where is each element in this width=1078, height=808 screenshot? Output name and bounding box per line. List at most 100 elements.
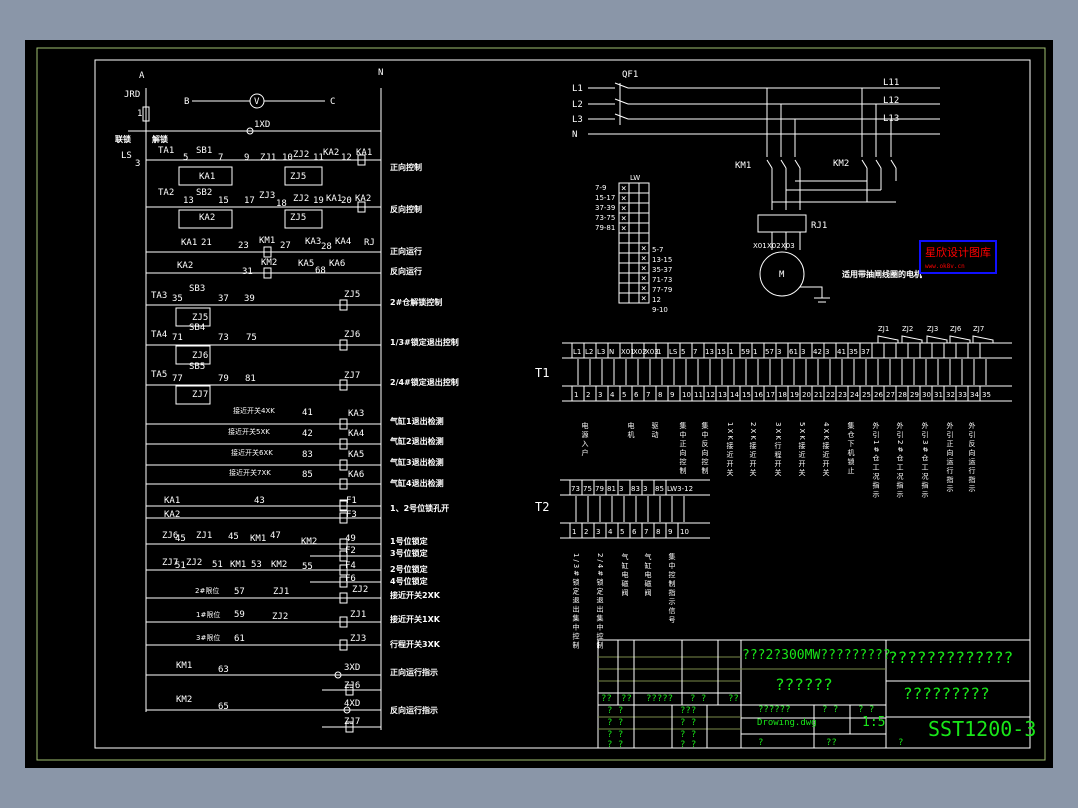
terminal-description: 电源入户 bbox=[581, 421, 589, 458]
scale-value: 1:5 bbox=[862, 715, 885, 730]
grid-cell: ? ? bbox=[607, 730, 623, 740]
terminal-description: 3XK行程开关 bbox=[774, 422, 782, 478]
rung-text: 7 bbox=[218, 153, 223, 163]
rung-text: KA2 bbox=[355, 194, 371, 204]
rung-text: 65 bbox=[218, 702, 229, 712]
terminal-top-label: 13 bbox=[705, 348, 714, 356]
rung-text: KA4 bbox=[335, 237, 351, 247]
row-label: 35-37 bbox=[652, 266, 672, 274]
grid-label: ?? bbox=[621, 694, 632, 704]
terminal-number: 26 bbox=[874, 391, 883, 399]
drawing-title: ?????? bbox=[775, 675, 833, 694]
terminal-number: 10 bbox=[680, 528, 689, 536]
terminal-top-label: 5 bbox=[681, 348, 685, 356]
rung-function-label: 正向运行 bbox=[390, 246, 422, 256]
rung-text: 3#限位 bbox=[196, 633, 220, 642]
terminal-top-label: 37 bbox=[861, 348, 870, 356]
rung-text: KA6 bbox=[348, 470, 364, 480]
rung-text: 45 bbox=[228, 532, 239, 542]
rung-function-label: 2号位锁定 bbox=[390, 564, 428, 574]
terminal-number: 6 bbox=[634, 391, 639, 399]
rung-text: 1#限位 bbox=[196, 610, 220, 619]
terminal-number: 2 bbox=[586, 391, 590, 399]
row-label: 12 bbox=[652, 296, 661, 304]
rung-text: ZJ7 bbox=[344, 371, 360, 381]
rung-function-label: 气缸1退出检测 bbox=[389, 416, 444, 426]
rung-text: 85 bbox=[302, 470, 313, 480]
mark-x: × bbox=[621, 194, 626, 204]
terminal-number: 24 bbox=[850, 391, 859, 399]
voltmeter-symbol: V bbox=[254, 97, 260, 107]
terminal-description: 2XK接近开关 bbox=[749, 422, 757, 478]
terminal-top-label: 3 bbox=[801, 348, 805, 356]
relay-contact-label: ZJ3 bbox=[927, 325, 938, 333]
terminal-number: 17 bbox=[766, 391, 775, 399]
rung-text: 19 bbox=[313, 196, 324, 206]
rung-function-label: 反向运行指示 bbox=[390, 705, 438, 715]
rung-text: KA1 bbox=[326, 194, 342, 204]
rung-function-label: 气缸2退出检测 bbox=[389, 436, 444, 446]
grid-cell: ??? bbox=[680, 706, 696, 716]
grid-cell: ? ? bbox=[680, 718, 696, 728]
terminal-description: 外引反向运行指示 bbox=[968, 421, 976, 494]
rung-text: 83 bbox=[302, 450, 313, 460]
unlock-label: 解锁 bbox=[152, 134, 168, 144]
terminal-number: 3 bbox=[596, 528, 600, 536]
rung-function-label: 正向运行指示 bbox=[390, 667, 438, 677]
mark-x: × bbox=[621, 224, 626, 234]
terminal-top-label: 3 bbox=[643, 485, 647, 493]
row-label: 15-17 bbox=[595, 194, 615, 202]
terminal-number: 29 bbox=[910, 391, 919, 399]
svg-text:www.ok8v.cn: www.ok8v.cn bbox=[925, 263, 965, 270]
rung-text: ZJ6 bbox=[344, 330, 360, 340]
rung-text: 17 bbox=[244, 196, 255, 206]
terminal-description: 4XK接近开关 bbox=[822, 422, 830, 478]
rung-text: 47 bbox=[270, 531, 281, 541]
terminal-number: 9 bbox=[670, 391, 674, 399]
strip-name: T2 bbox=[535, 500, 549, 514]
terminal-description: 气缸电磁阀 bbox=[621, 552, 629, 598]
terminal-top-label: LS bbox=[669, 348, 678, 356]
mark-x: × bbox=[621, 204, 626, 214]
terminal-top-label: 35 bbox=[849, 348, 858, 356]
drawing-canvas[interactable]: A NJRD1B CV1XD联锁 解锁LS3TA15SB17KA19 ZJ1 10 ZJ2 1… bbox=[0, 0, 1078, 808]
rung-text: SB4 bbox=[189, 323, 205, 333]
terminal-top-label: 15 bbox=[717, 348, 726, 356]
km2-label: KM2 bbox=[833, 159, 849, 169]
motor-caption: 适用带抽闸线圈的电机 bbox=[842, 269, 922, 279]
mark-x: × bbox=[641, 274, 646, 284]
relay-contact-label: ZJ1 bbox=[878, 325, 889, 333]
motor-terminal-label: X02 bbox=[767, 242, 781, 250]
terminal-description: 1/3#锁定退出集中控制 bbox=[572, 553, 580, 650]
terminal-number: 32 bbox=[946, 391, 955, 399]
terminal-number: 5 bbox=[622, 391, 626, 399]
rung-text: KM2 bbox=[271, 560, 287, 570]
rung-text: ZJ5 bbox=[192, 313, 208, 323]
watermark-logo: 星欣设计图库 www.ok8v.cn bbox=[919, 240, 997, 274]
terminal-number: 1 bbox=[574, 391, 578, 399]
rung-text: 75 bbox=[246, 333, 257, 343]
terminal-number: 4 bbox=[610, 391, 615, 399]
relay-contact-label: ZJ6 bbox=[950, 325, 962, 333]
rung-text: ZJ1 bbox=[350, 610, 366, 620]
rung-text: TA1 bbox=[158, 146, 174, 156]
relay-contact-label: ZJ2 bbox=[902, 325, 913, 333]
ls-number: 3 bbox=[135, 159, 140, 169]
mark-x: × bbox=[621, 214, 626, 224]
rung-text: KA4 bbox=[348, 429, 364, 439]
interlock-label: 联锁 bbox=[115, 134, 131, 144]
rung-text: 53 bbox=[251, 560, 262, 570]
rung-text: 15 bbox=[218, 196, 229, 206]
svg-text:星欣设计图库: 星欣设计图库 bbox=[925, 245, 991, 259]
terminal-description: 集中反向控制 bbox=[701, 421, 709, 476]
terminal-number: 34 bbox=[970, 391, 979, 399]
rung-text: SB1 bbox=[196, 146, 212, 156]
terminal-number: 2 bbox=[584, 528, 588, 536]
terminal-top-label: 1 bbox=[753, 348, 757, 356]
rung-text: 13 bbox=[183, 196, 194, 206]
terminal-number: 10 bbox=[682, 391, 691, 399]
rung-text: ZJ5 bbox=[290, 172, 306, 182]
rung-text: 39 bbox=[244, 294, 255, 304]
terminal-number: 25 bbox=[862, 391, 871, 399]
input-phase-label: L2 bbox=[572, 100, 583, 110]
